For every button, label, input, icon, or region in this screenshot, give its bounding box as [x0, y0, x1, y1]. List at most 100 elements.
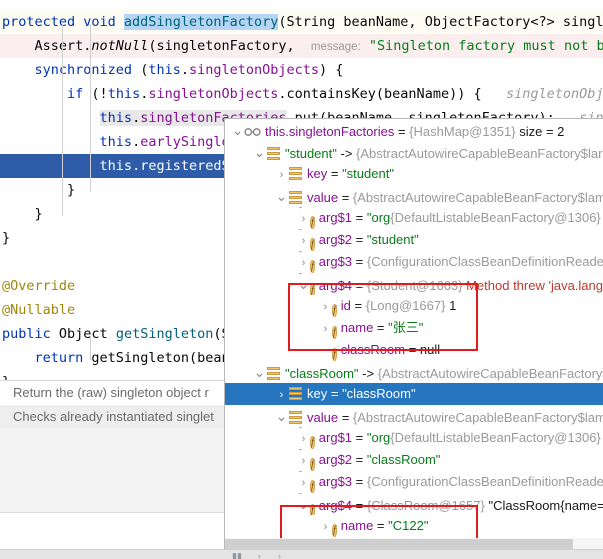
- variable-row[interactable]: › f arg$2 = "classRoom": [225, 449, 603, 471]
- chevron-right-icon[interactable]: ›: [297, 208, 310, 229]
- chevron-right-icon[interactable]: ›: [297, 428, 310, 449]
- variable-row[interactable]: › f arg$3 = {ConfigurationClassBeanDefinit…: [225, 251, 603, 273]
- variable-object-ref: {Student@1663}: [366, 278, 463, 293]
- variable-name: arg$1: [318, 430, 353, 445]
- variable-row[interactable]: ⌄ "classRoom" -> {AbstractAutowireCapable…: [225, 361, 603, 383]
- folder-icon[interactable]: ▮▮: [232, 552, 242, 559]
- variable-name: value: [307, 410, 339, 425]
- variable-row[interactable]: › f name = "C122": [225, 515, 603, 537]
- chevron-down-icon[interactable]: ⌄: [231, 119, 244, 141]
- variable-object-ref: {DefaultListableBeanFactory@1306}: [390, 430, 601, 445]
- variable-object-ref: {HashMap@1351}: [409, 124, 516, 139]
- variable-row[interactable]: › f arg$3 = {ConfigurationClassBeanDefinit…: [225, 471, 603, 493]
- chevron-right-icon[interactable]: ›: [297, 252, 310, 273]
- variable-name: value: [307, 190, 339, 205]
- variables-tree[interactable]: ⌄ this.singletonFactories = {HashMap@1351…: [225, 119, 603, 538]
- code-token: String: [286, 14, 336, 30]
- variable-row[interactable]: ⌄ value = {AbstractAutowireCapableBeanFac…: [225, 185, 603, 207]
- map-entry-icon: [266, 367, 281, 381]
- variable-row[interactable]: › f id = {Long@1667} 1: [225, 295, 603, 317]
- variable-name: this.singletonFactories: [265, 124, 395, 139]
- chevron-right-icon[interactable]: ›: [319, 516, 332, 537]
- variable-row[interactable]: ⌄ value = {AbstractAutowireCapableBeanFac…: [225, 405, 603, 427]
- chevron-right-icon[interactable]: ›: [297, 472, 310, 493]
- code-token: this: [99, 110, 133, 126]
- final-field-icon: f: [310, 458, 315, 471]
- chevron-right-icon[interactable]: ›: [278, 552, 281, 559]
- variable-string-value: "org: [366, 210, 391, 225]
- variable-name: classRoom: [340, 342, 406, 357]
- debugger-variables-panel[interactable]: ⌄ this.singletonFactories = {HashMap@1351…: [224, 118, 603, 538]
- variable-row[interactable]: ⌄ "student" -> {AbstractAutowireCapableBe…: [225, 141, 603, 163]
- variable-name: name: [340, 320, 374, 335]
- chevron-down-icon[interactable]: ⌄: [253, 141, 266, 163]
- variable-operator: =: [352, 278, 367, 293]
- variable-row[interactable]: › f arg$1 = "org{DefaultListableBeanFactor…: [225, 207, 603, 229]
- variable-name: key: [307, 386, 328, 401]
- left-value-line-1: tListableBeanFactory@1306} "org.sprin: [0, 513, 232, 535]
- variable-string-value: "student": [366, 232, 419, 247]
- variable-row[interactable]: ⌄ f arg$4 = {ClassRoom@1657} "ClassRoom{na…: [225, 493, 603, 515]
- panel-band-2: [0, 456, 232, 487]
- variable-tail-text: 1: [445, 298, 457, 313]
- code-token: .: [132, 110, 141, 126]
- code-token: this: [99, 158, 133, 174]
- code-token: synchronized: [34, 62, 133, 78]
- indent-guide-2: [62, 24, 63, 216]
- code-token: registeredS: [140, 158, 230, 174]
- code-token: singletonObjects: [188, 62, 320, 78]
- chevron-down-icon[interactable]: ⌄: [275, 185, 288, 207]
- variable-row[interactable]: › f arg$1 = "org{DefaultListableBeanFactor…: [225, 427, 603, 449]
- code-token: singletonObjec: [505, 86, 603, 102]
- chevron-left-icon[interactable]: ‹: [258, 552, 261, 559]
- variable-operator: =: [327, 386, 343, 401]
- variable-row[interactable]: f classRoom = null: [225, 339, 603, 361]
- variable-operator: =: [350, 298, 366, 313]
- map-entry-icon: [288, 387, 303, 401]
- chevron-down-icon[interactable]: ⌄: [253, 361, 266, 383]
- variable-row[interactable]: › key = "classRoom": [225, 383, 603, 405]
- variable-name: arg$1: [318, 210, 353, 225]
- variable-object-ref: {AbstractAutowireCapableBeanFactory$lar: [356, 146, 603, 161]
- variable-row[interactable]: ⌄ this.singletonFactories = {HashMap@1351…: [225, 119, 603, 141]
- variable-string-value: "C122": [388, 518, 429, 533]
- ide-screenshot: protected void addSingletonFactory(Strin…: [0, 0, 603, 559]
- variable-name: id: [340, 298, 351, 313]
- chevron-down-icon[interactable]: ⌄: [297, 273, 310, 295]
- chevron-right-icon[interactable]: ›: [319, 296, 332, 317]
- variable-object-ref: {DefaultListableBeanFactory@1306}: [390, 210, 601, 225]
- variable-error-text: Method threw 'java.lang: [462, 278, 603, 293]
- variable-operator: =: [338, 190, 353, 205]
- variable-row[interactable]: ⌄ f arg$4 = {Student@1663} Method threw 'j…: [225, 273, 603, 295]
- variable-row[interactable]: › f arg$2 = "student": [225, 229, 603, 251]
- watch-expression-icon: [244, 123, 261, 136]
- variable-operator: =: [394, 124, 410, 139]
- documentation-popup[interactable]: Return the (raw) singleton object r Chec…: [0, 380, 233, 429]
- field-icon: f: [332, 348, 337, 361]
- variable-operator: =: [352, 430, 367, 445]
- code-token: singletonObjects: [148, 86, 279, 102]
- code-token: getSingleton: [115, 326, 214, 342]
- variable-row[interactable]: › key = "student": [225, 163, 603, 185]
- code-token: }: [2, 206, 43, 222]
- chevron-down-icon[interactable]: ⌄: [297, 493, 310, 515]
- code-token: return: [34, 350, 92, 366]
- chevron-down-icon[interactable]: ⌄: [275, 405, 288, 427]
- variable-row[interactable]: › f name = "张三": [225, 317, 603, 339]
- chevron-right-icon[interactable]: ›: [297, 450, 310, 471]
- code-token: Assert.: [2, 38, 92, 54]
- chevron-right-icon[interactable]: ›: [319, 318, 332, 339]
- panel-band-3: [0, 486, 232, 513]
- code-token: }: [2, 230, 11, 246]
- map-entry-icon: [288, 411, 303, 425]
- code-token: .: [132, 158, 141, 174]
- code-token: message:: [310, 41, 361, 53]
- chevron-right-icon[interactable]: ›: [297, 230, 310, 251]
- chevron-right-icon[interactable]: ›: [275, 164, 288, 185]
- variable-object-ref: {Long@1667}: [365, 298, 446, 313]
- chevron-right-icon[interactable]: ›: [275, 384, 288, 405]
- variables-hscrollbar-thumb[interactable]: [225, 539, 573, 549]
